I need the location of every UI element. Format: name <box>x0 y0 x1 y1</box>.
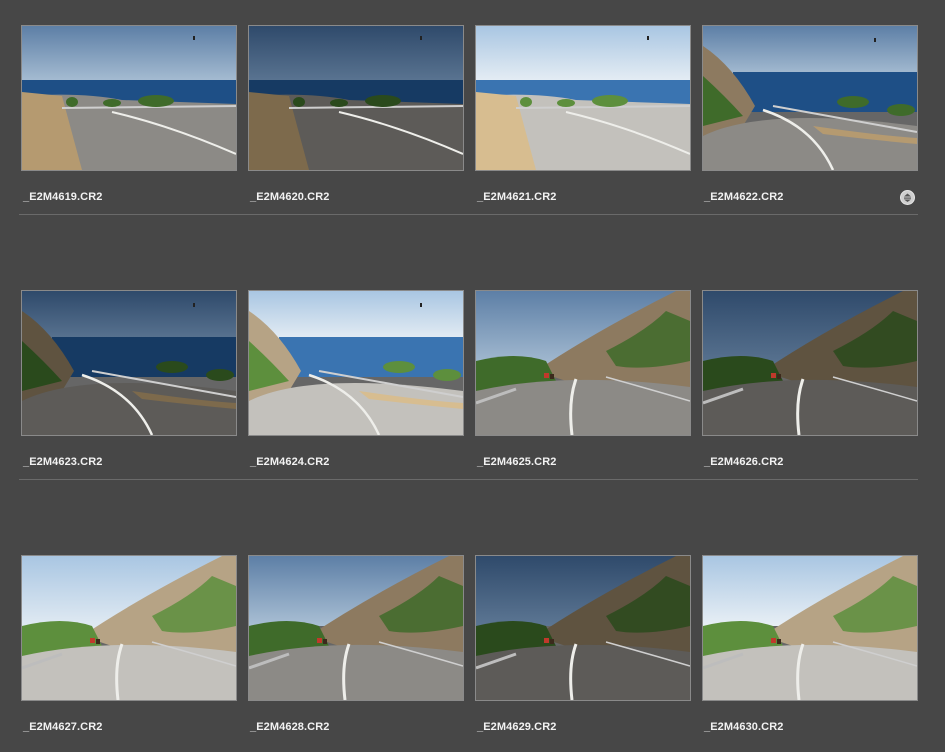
thumbnail-cell[interactable] <box>702 290 918 436</box>
thumbnail-image[interactable] <box>21 555 237 701</box>
thumbnail-cell[interactable] <box>21 555 237 701</box>
thumbnail-cell[interactable] <box>248 555 464 701</box>
thumbnail-image[interactable] <box>702 555 918 701</box>
thumbnail-filename: _E2M4619.CR2 <box>23 191 103 203</box>
row-separator <box>19 479 918 480</box>
row-separator <box>19 214 918 215</box>
thumbnail-cell[interactable] <box>475 555 691 701</box>
thumbnail-cell[interactable] <box>475 290 691 436</box>
thumbnail-image[interactable] <box>702 290 918 436</box>
thumbnail-image[interactable] <box>21 290 237 436</box>
thumbnail-image[interactable] <box>475 25 691 171</box>
stack-icon[interactable] <box>900 190 915 205</box>
thumbnail-filename: _E2M4620.CR2 <box>250 191 330 203</box>
thumbnail-image[interactable] <box>248 25 464 171</box>
thumbnail-image[interactable] <box>21 25 237 171</box>
thumbnail-image[interactable] <box>475 555 691 701</box>
thumbnail-cell[interactable] <box>702 555 918 701</box>
thumbnail-filename: _E2M4625.CR2 <box>477 456 557 468</box>
thumbnail-filename: _E2M4629.CR2 <box>477 721 557 733</box>
thumbnail-cell[interactable] <box>475 25 691 171</box>
thumbnail-cell[interactable] <box>21 25 237 171</box>
thumbnail-filename: _E2M4628.CR2 <box>250 721 330 733</box>
thumbnail-cell[interactable] <box>702 25 918 171</box>
thumbnail-image[interactable] <box>248 555 464 701</box>
thumbnail-image[interactable] <box>475 290 691 436</box>
thumbnail-filename: _E2M4622.CR2 <box>704 191 784 203</box>
thumbnail-filename: _E2M4621.CR2 <box>477 191 557 203</box>
thumbnail-grid: _E2M4619.CR2 _E2M4620.CR2 _E2M4621.CR2 _… <box>0 0 945 752</box>
thumbnail-image[interactable] <box>248 290 464 436</box>
thumbnail-filename: _E2M4630.CR2 <box>704 721 784 733</box>
thumbnail-image[interactable] <box>702 25 918 171</box>
thumbnail-filename: _E2M4627.CR2 <box>23 721 103 733</box>
thumbnail-cell[interactable] <box>248 290 464 436</box>
thumbnail-filename: _E2M4626.CR2 <box>704 456 784 468</box>
thumbnail-filename: _E2M4624.CR2 <box>250 456 330 468</box>
thumbnail-cell[interactable] <box>248 25 464 171</box>
thumbnail-cell[interactable] <box>21 290 237 436</box>
thumbnail-filename: _E2M4623.CR2 <box>23 456 103 468</box>
